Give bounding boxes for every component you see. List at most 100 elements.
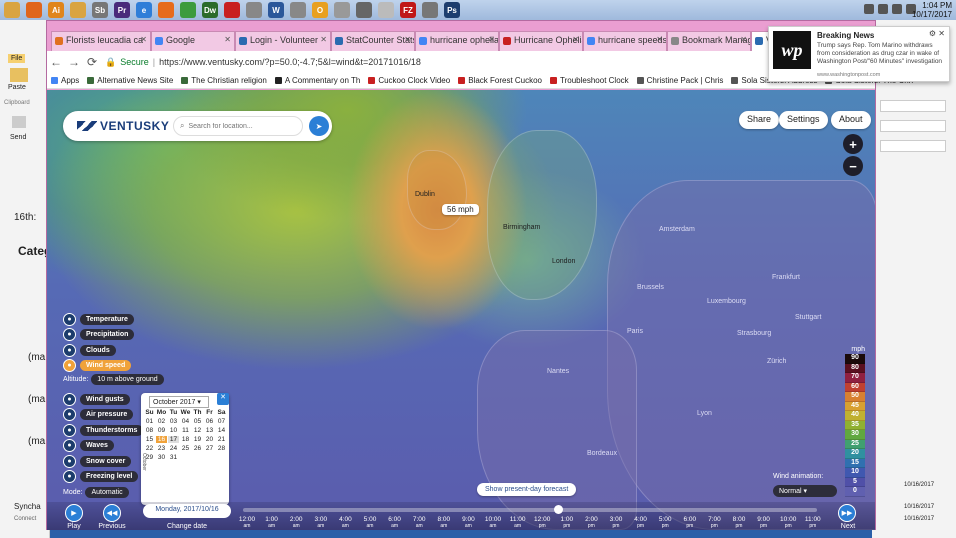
timeline-hour[interactable]: 7:00 pm xyxy=(702,516,726,530)
snagit-icon[interactable]: Sb xyxy=(92,2,108,18)
notes-icon[interactable] xyxy=(356,2,372,18)
calendar-day[interactable]: 03 xyxy=(168,418,179,425)
timeline-hour[interactable]: 2:00 pm xyxy=(579,516,603,530)
timeline-hour[interactable]: 8:00 pm xyxy=(727,516,751,530)
orange-app-icon[interactable] xyxy=(26,2,42,18)
word-icon[interactable]: W xyxy=(268,2,284,18)
calendar-day[interactable]: 10 xyxy=(168,427,179,434)
layer-item[interactable]: ● Snow cover xyxy=(63,454,143,468)
timeline-hour[interactable]: 12:00 pm xyxy=(530,516,554,530)
timeline-handle[interactable] xyxy=(554,505,563,514)
browser-tab[interactable]: Hurricane Ophelia ✕ xyxy=(499,31,583,51)
settings-button[interactable]: Settings xyxy=(779,111,828,129)
present-forecast-button[interactable]: Show present-day forecast xyxy=(477,483,577,496)
next-icon[interactable]: ▶▶ xyxy=(838,504,856,522)
play-icon[interactable]: ▶ xyxy=(65,504,83,522)
layer-item[interactable]: ● Clouds xyxy=(63,343,134,357)
firefox-icon[interactable] xyxy=(158,2,174,18)
bookmark-item[interactable]: A Commentary on Th xyxy=(274,76,360,85)
calendar-day[interactable]: 05 xyxy=(192,418,203,425)
search-input[interactable] xyxy=(188,122,289,130)
globe-icon[interactable] xyxy=(334,2,350,18)
url-field[interactable]: 🔒 Secure | https://www.ventusky.com/?p=5… xyxy=(105,57,421,68)
tab-close-icon[interactable]: ✕ xyxy=(224,35,231,44)
layer-item[interactable]: ● Wind speed xyxy=(63,359,134,373)
timeline-hour[interactable]: 6:00 pm xyxy=(678,516,702,530)
timeline-hour[interactable]: 5:00 am xyxy=(358,516,382,530)
layer-item[interactable]: ● Waves xyxy=(63,439,143,453)
browser-tab[interactable]: Login - Volunteer ✕ xyxy=(235,31,331,51)
clock[interactable]: 1:04 PM 10/17/2017 xyxy=(912,0,952,20)
calendar-day[interactable]: 29 xyxy=(144,454,155,461)
browser-tab[interactable]: hurricane ophelia ✕ xyxy=(415,31,499,51)
calendar-day[interactable]: 14 xyxy=(216,427,227,434)
illustrator-icon[interactable]: Ai xyxy=(48,2,64,18)
calendar-day[interactable]: 11 xyxy=(180,427,191,434)
calendar-day[interactable]: 08 xyxy=(144,427,155,434)
browser-tab[interactable]: hurricane speeds ✕ xyxy=(583,31,667,51)
app-icon[interactable] xyxy=(422,2,438,18)
tab-close-icon[interactable]: ✕ xyxy=(320,35,327,44)
calendar-day[interactable]: 13 xyxy=(204,427,215,434)
timeline-hour[interactable]: 11:00 am xyxy=(506,516,530,530)
bookmark-item[interactable]: The Christian religion xyxy=(181,76,267,85)
calendar-day[interactable]: 16 xyxy=(156,436,167,443)
calendar-day[interactable]: 02 xyxy=(156,418,167,425)
browser-tab[interactable]: StatCounter Stats ✕ xyxy=(331,31,415,51)
paste-icon[interactable] xyxy=(10,68,28,82)
browser-tab[interactable]: Bookmark Manager✕ xyxy=(667,31,751,51)
calendar-day[interactable]: 09 xyxy=(156,427,167,434)
calendar-day[interactable]: 17 xyxy=(168,436,179,443)
layer-item[interactable]: ● Air pressure xyxy=(63,408,143,422)
reload-icon[interactable]: ⟳ xyxy=(83,55,101,69)
share-button[interactable]: Share xyxy=(739,111,780,129)
locate-me-icon[interactable]: ➤ xyxy=(309,116,329,136)
calendar-day[interactable]: 07 xyxy=(216,418,227,425)
ventusky-logo[interactable]: VENTUSKY xyxy=(77,119,169,133)
outlook-icon[interactable]: O xyxy=(312,2,328,18)
layer-item[interactable]: ● Wind gusts xyxy=(63,392,143,406)
timeline-hour[interactable]: 7:00 am xyxy=(407,516,431,530)
calendar-close-icon[interactable]: ✕ xyxy=(217,393,229,405)
timeline-hour[interactable]: 10:00 pm xyxy=(776,516,800,530)
calendar-day[interactable]: 23 xyxy=(156,445,167,452)
calendar-day[interactable]: 20 xyxy=(204,436,215,443)
news-notification[interactable]: wp Breaking News ⚙ ✕ Trump says Rep. Tom… xyxy=(768,26,950,82)
browser-tab[interactable]: Google ✕ xyxy=(151,31,235,51)
bookmark-item[interactable]: Troubleshoot Clock xyxy=(550,76,629,85)
timeline-hour[interactable]: 10:00 am xyxy=(481,516,505,530)
location-search[interactable]: ⌕ xyxy=(173,116,303,136)
zoom-out-button[interactable]: − xyxy=(843,156,863,176)
calendar-day[interactable]: 24 xyxy=(168,445,179,452)
timeline-hour[interactable]: 4:00 pm xyxy=(629,516,653,530)
photoshop-icon[interactable]: Ps xyxy=(444,2,460,18)
month-select[interactable]: October 2017 ▾ xyxy=(149,396,209,408)
timeline-hour[interactable]: 4:00 am xyxy=(333,516,357,530)
timeline-hour[interactable]: 3:00 pm xyxy=(604,516,628,530)
calendar-day[interactable]: 12 xyxy=(192,427,203,434)
browser-tab[interactable]: Florists leucadia ca ✕ xyxy=(51,31,151,51)
calendar-day[interactable]: 04 xyxy=(180,418,191,425)
about-button[interactable]: About xyxy=(831,111,871,129)
notification-settings-icon[interactable]: ⚙ ✕ xyxy=(929,29,945,38)
timeline-hour[interactable]: 9:00 am xyxy=(456,516,480,530)
tab-close-icon[interactable]: ✕ xyxy=(656,35,663,44)
mode-select[interactable]: Automatic xyxy=(85,487,129,498)
media-icon[interactable] xyxy=(246,2,262,18)
layer-item[interactable]: ● Precipitation xyxy=(63,328,135,342)
chrome-icon[interactable] xyxy=(180,2,196,18)
calendar-day[interactable]: 28 xyxy=(216,445,227,452)
tab-close-icon[interactable]: ✕ xyxy=(140,35,147,44)
wind-animation-select[interactable]: Normal ▾ xyxy=(773,485,837,497)
calendar-day[interactable]: 31 xyxy=(168,454,179,461)
calendar-day[interactable]: 01 xyxy=(144,418,155,425)
timeline-hour[interactable]: 6:00 am xyxy=(383,516,407,530)
tab-close-icon[interactable]: ✕ xyxy=(572,35,579,44)
dreamweaver-icon[interactable]: Dw xyxy=(202,2,218,18)
bookmark-item[interactable]: Cuckoo Clock Video xyxy=(368,76,450,85)
file-tab[interactable]: File xyxy=(8,54,26,63)
previous-icon[interactable]: ◀◀ xyxy=(103,504,121,522)
calendar-day[interactable]: 30 xyxy=(156,454,167,461)
calendar-day[interactable]: 06 xyxy=(204,418,215,425)
wind-speed-popup[interactable]: 56 mph xyxy=(442,204,479,215)
